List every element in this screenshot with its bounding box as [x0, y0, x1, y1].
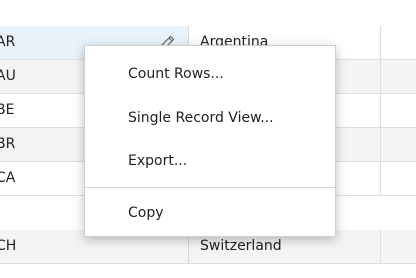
country-code: AR [0, 34, 16, 50]
menu-item-label: Single Record View... [128, 110, 274, 126]
menu-item-count-rows[interactable]: Count Rows... [85, 57, 335, 91]
country-code: BR [0, 136, 16, 152]
menu-item-single-record-view[interactable]: Single Record View... [85, 101, 335, 135]
menu-item-export[interactable]: Export... [85, 144, 335, 178]
menu-item-label: Copy [128, 205, 164, 221]
country-code: BE [0, 102, 15, 118]
country-code: AU [0, 68, 16, 84]
menu-item-label: Count Rows... [128, 66, 224, 82]
menu-item-label: Export... [128, 153, 188, 169]
menu-item-copy[interactable]: Copy [85, 196, 335, 230]
country-name: Switzerland [200, 238, 282, 254]
context-menu: Count Rows... Single Record View... Expo… [84, 45, 336, 237]
menu-separator [85, 187, 335, 188]
country-code: CA [0, 170, 16, 186]
country-code: CH [0, 238, 17, 254]
